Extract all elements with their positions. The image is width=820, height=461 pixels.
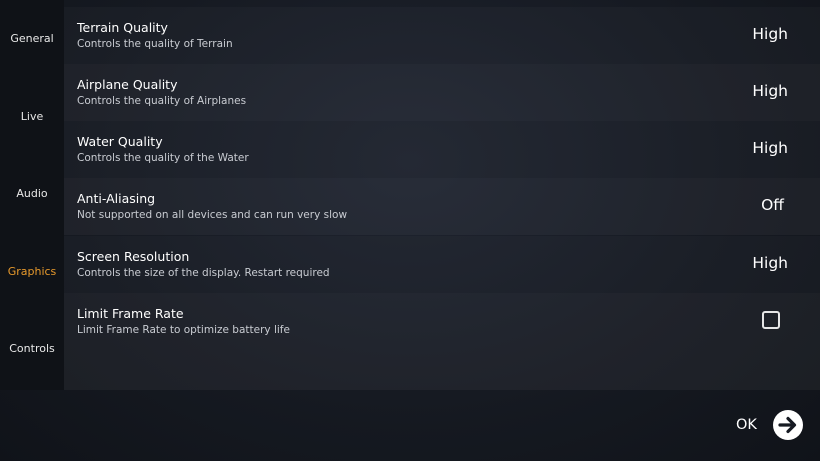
setting-row-terrain-quality[interactable]: Terrain Quality Controls the quality of … (64, 7, 820, 64)
setting-description: Controls the quality of the Water (77, 152, 249, 164)
sidebar-item-label: Controls (9, 342, 55, 355)
setting-description: Controls the quality of Terrain (77, 38, 233, 50)
setting-row-limit-frame-rate[interactable]: Limit Frame Rate Limit Frame Rate to opt… (64, 293, 820, 390)
limit-frame-rate-checkbox[interactable] (762, 311, 780, 329)
arrow-right-icon (778, 416, 797, 434)
setting-description: Controls the quality of Airplanes (77, 95, 247, 107)
setting-title: Limit Frame Rate (77, 306, 184, 321)
setting-title: Water Quality (77, 134, 163, 149)
setting-title: Terrain Quality (77, 20, 168, 35)
sidebar-item-label: Graphics (7, 265, 57, 278)
setting-value[interactable]: High (752, 82, 788, 100)
ok-label[interactable]: OK (736, 417, 757, 433)
setting-title: Anti-Aliasing (77, 191, 156, 206)
setting-description: Controls the size of the display. Restar… (77, 267, 330, 279)
sidebar-item-audio[interactable]: Audio (0, 155, 64, 232)
setting-description: Limit Frame Rate to optimize battery lif… (77, 324, 290, 336)
setting-row-anti-aliasing[interactable]: Anti-Aliasing Not supported on all devic… (64, 178, 820, 235)
sidebar-item-label: Live (20, 110, 44, 123)
settings-list: Terrain Quality Controls the quality of … (64, 0, 820, 390)
ok-button[interactable] (773, 410, 803, 440)
sidebar-item-label: General (10, 32, 54, 45)
setting-title: Screen Resolution (77, 249, 190, 264)
setting-value[interactable]: High (752, 139, 788, 157)
setting-description: Not supported on all devices and can run… (77, 209, 348, 221)
setting-row-screen-resolution[interactable]: Screen Resolution Controls the size of t… (64, 236, 820, 293)
setting-row-airplane-quality[interactable]: Airplane Quality Controls the quality of… (64, 64, 820, 121)
setting-value[interactable]: High (752, 254, 788, 272)
settings-sidebar: General Live Audio Graphics Controls (0, 0, 64, 390)
sidebar-item-label: Audio (16, 187, 48, 200)
sidebar-item-graphics[interactable]: Graphics (0, 233, 64, 310)
sidebar-item-controls[interactable]: Controls (0, 310, 64, 387)
setting-value[interactable]: Off (761, 196, 784, 214)
sidebar-item-general[interactable]: General (0, 0, 64, 77)
setting-title: Airplane Quality (77, 77, 178, 92)
sidebar-item-live[interactable]: Live (0, 78, 64, 155)
setting-value[interactable]: High (752, 25, 788, 43)
setting-row-water-quality[interactable]: Water Quality Controls the quality of th… (64, 121, 820, 178)
